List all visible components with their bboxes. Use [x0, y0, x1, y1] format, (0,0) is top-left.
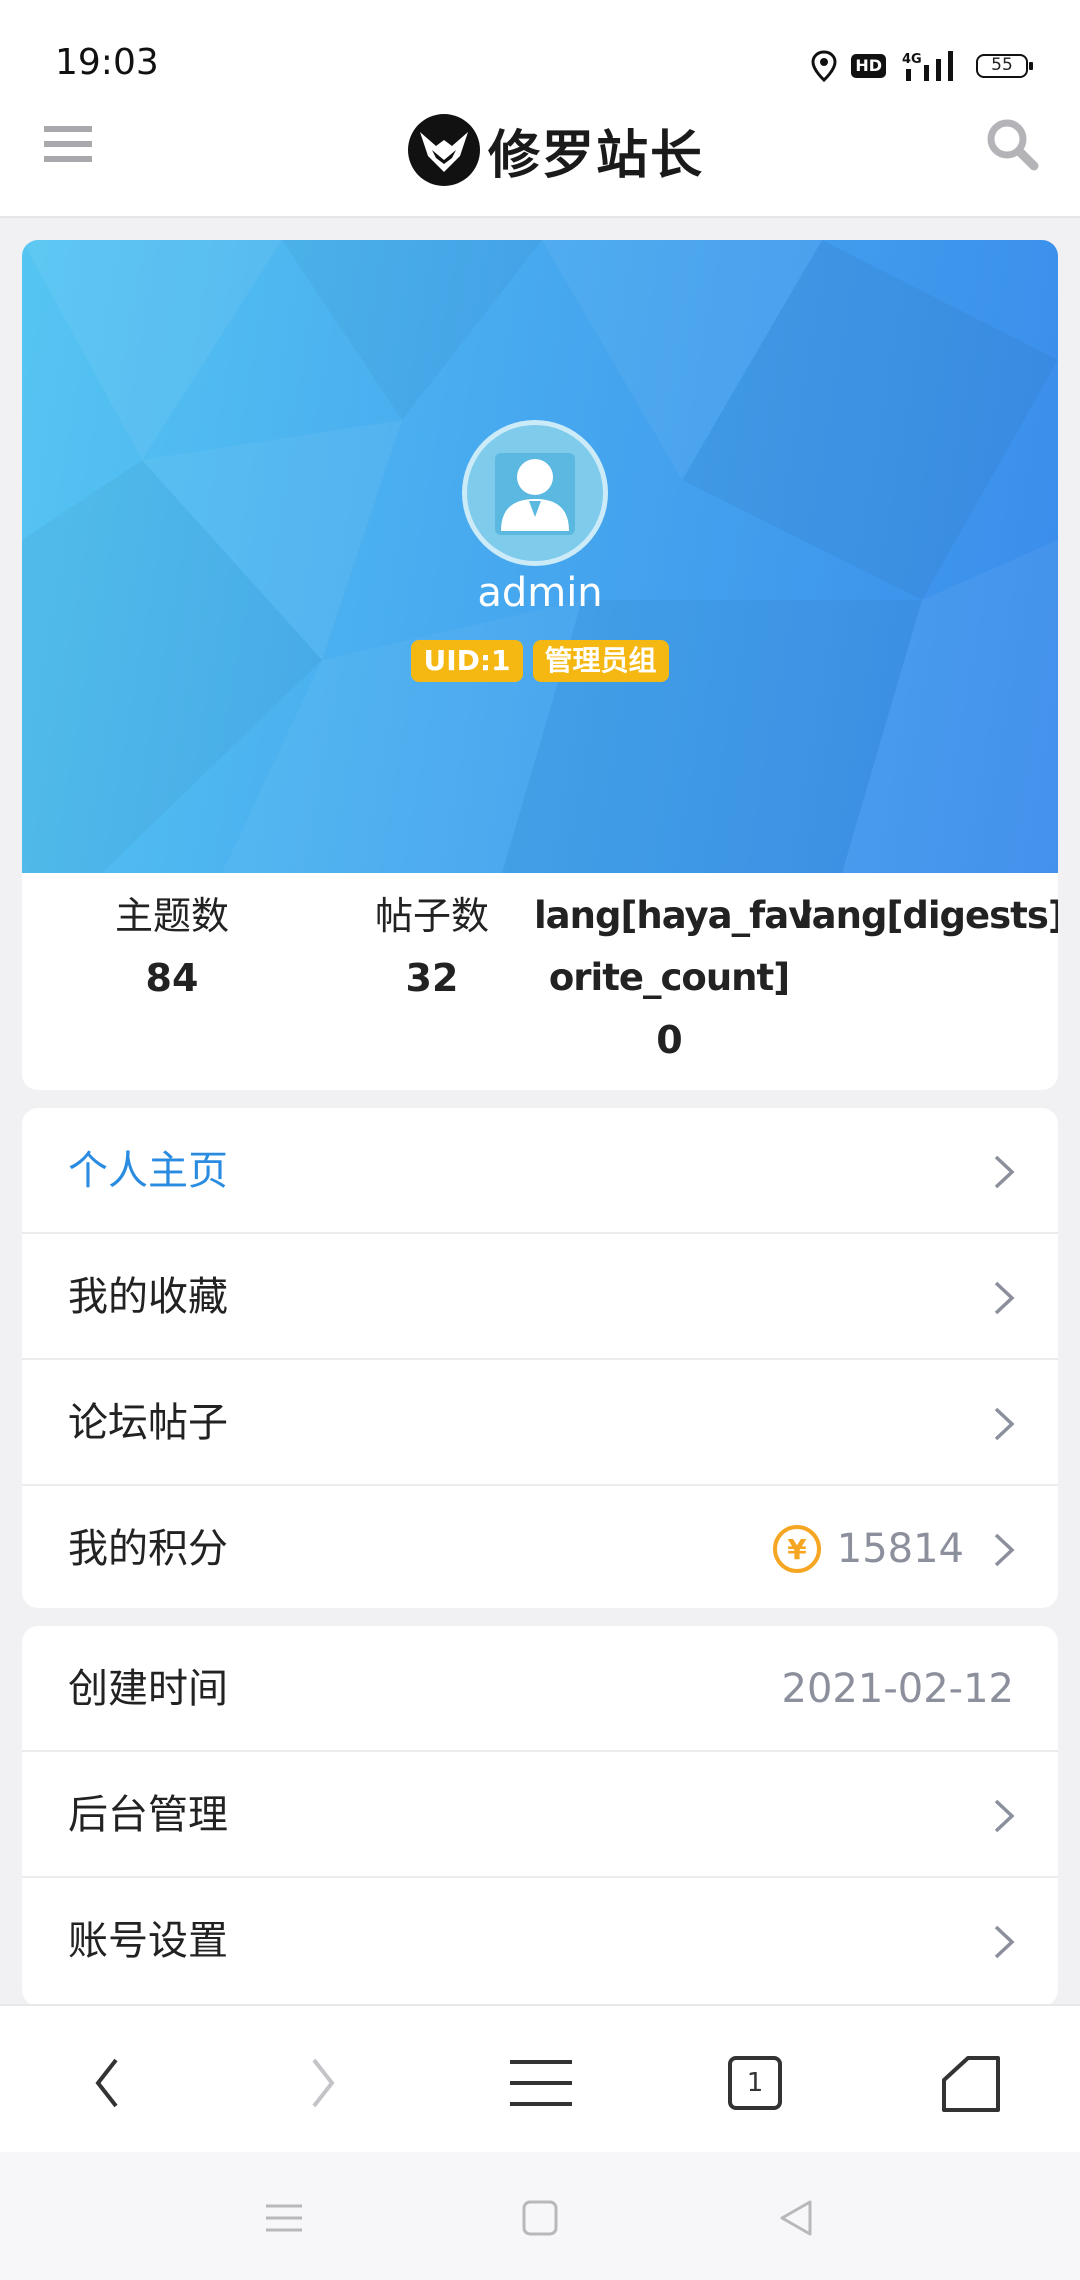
username: admin: [477, 570, 603, 616]
stat-value: 32: [405, 956, 459, 1000]
location-icon: [811, 50, 837, 82]
stat-label-line2: orite_count]: [548, 956, 790, 999]
stat-threads[interactable]: 主题数 84: [62, 885, 282, 1009]
back-icon[interactable]: [72, 2048, 142, 2118]
primary-menu: 个人主页 我的收藏 论坛帖子 我的积分 ¥ 15814: [22, 1108, 1058, 1608]
menu-item-account-settings[interactable]: 账号设置: [22, 1878, 1058, 2004]
menu-item-points[interactable]: 我的积分 ¥ 15814: [22, 1486, 1058, 1608]
site-header: 修罗站长: [0, 110, 1080, 218]
forward-icon[interactable]: [288, 2048, 358, 2118]
stat-posts[interactable]: 帖子数 32: [322, 885, 542, 1009]
chevron-right-icon: [994, 1281, 1015, 1315]
group-badge: 管理员组: [532, 640, 669, 682]
menu-item-homepage[interactable]: 个人主页: [22, 1108, 1058, 1234]
menu-label: 我的积分: [68, 1526, 228, 1572]
browser-toolbar: 1: [0, 2004, 1080, 2152]
stat-label-line1: lang[haya_fav: [534, 894, 812, 937]
chevron-right-icon: [994, 1799, 1015, 1833]
battery-icon: 55: [976, 54, 1033, 78]
site-logo[interactable]: 修罗站长: [406, 110, 704, 190]
chevron-right-icon: [994, 1533, 1015, 1567]
stat-label: 主题数: [114, 894, 229, 938]
logo-icon: [408, 114, 480, 186]
tabs-count: 1: [746, 2068, 764, 2098]
menu-item-forum-posts[interactable]: 论坛帖子: [22, 1360, 1058, 1486]
stat-favorites[interactable]: lang[haya_fav orite_count] 0: [534, 885, 812, 1071]
created-date: 2021-02-12: [781, 1666, 1014, 1712]
status-bar: 19:03 HD 4G 55: [0, 0, 1080, 110]
status-time: 19:03: [55, 42, 159, 83]
secondary-menu: 创建时间 2021-02-12 后台管理 账号设置: [22, 1626, 1058, 2006]
menu-label: 个人主页: [68, 1148, 228, 1194]
avatar[interactable]: [462, 420, 608, 566]
yuan-coin-icon: ¥: [772, 1525, 821, 1573]
points-value: ¥ 15814: [771, 1486, 964, 1608]
signal-icon: 4G: [902, 51, 953, 81]
svg-text:¥: ¥: [787, 1533, 807, 1566]
svg-text:4G: 4G: [902, 52, 922, 67]
user-stats: 主题数 84 帖子数 32 lang[haya_fav orite_count]…: [22, 885, 1058, 1085]
tabs-button[interactable]: 1: [720, 2048, 790, 2118]
profile-banner: admin UID:1 管理员组: [22, 240, 1058, 873]
menu-label: 账号设置: [68, 1918, 228, 1964]
search-icon[interactable]: [984, 116, 1040, 172]
stat-value: 0: [656, 1018, 682, 1062]
stat-value: 84: [145, 956, 199, 1000]
back-nav-icon[interactable]: [774, 2196, 818, 2240]
home-icon[interactable]: [936, 2048, 1006, 2118]
browser-menu-icon[interactable]: [506, 2048, 576, 2118]
user-avatar-icon: [467, 425, 603, 561]
hd-icon: HD: [851, 54, 886, 78]
stat-label: lang[digests]: [800, 894, 1058, 937]
menu-label: 创建时间: [68, 1666, 228, 1712]
menu-item-favorites[interactable]: 我的收藏: [22, 1234, 1058, 1360]
stat-label: 帖子数: [374, 894, 489, 938]
recent-apps-icon[interactable]: [262, 2196, 306, 2240]
menu-item-created-time: 创建时间 2021-02-12: [22, 1626, 1058, 1752]
menu-label: 论坛帖子: [68, 1400, 228, 1446]
menu-item-admin[interactable]: 后台管理: [22, 1752, 1058, 1878]
stat-digests[interactable]: lang[digests]: [800, 885, 1058, 947]
hamburger-icon[interactable]: [44, 120, 92, 168]
chevron-right-icon: [994, 1925, 1015, 1959]
chevron-right-icon: [994, 1155, 1015, 1189]
profile-card: admin UID:1 管理员组 主题数 84 帖子数 32 lang[haya…: [22, 240, 1058, 1090]
home-nav-icon[interactable]: [518, 2196, 562, 2240]
logo-text: 修罗站长: [488, 125, 705, 186]
user-badges: UID:1 管理员组: [22, 640, 1058, 682]
points-number: 15814: [836, 1526, 964, 1572]
uid-badge: UID:1: [411, 640, 523, 682]
chevron-right-icon: [994, 1407, 1015, 1441]
menu-label: 我的收藏: [68, 1274, 228, 1320]
menu-label: 后台管理: [68, 1792, 228, 1838]
status-icons: HD 4G 55: [811, 48, 1033, 84]
system-nav-bar: [0, 2152, 1080, 2280]
